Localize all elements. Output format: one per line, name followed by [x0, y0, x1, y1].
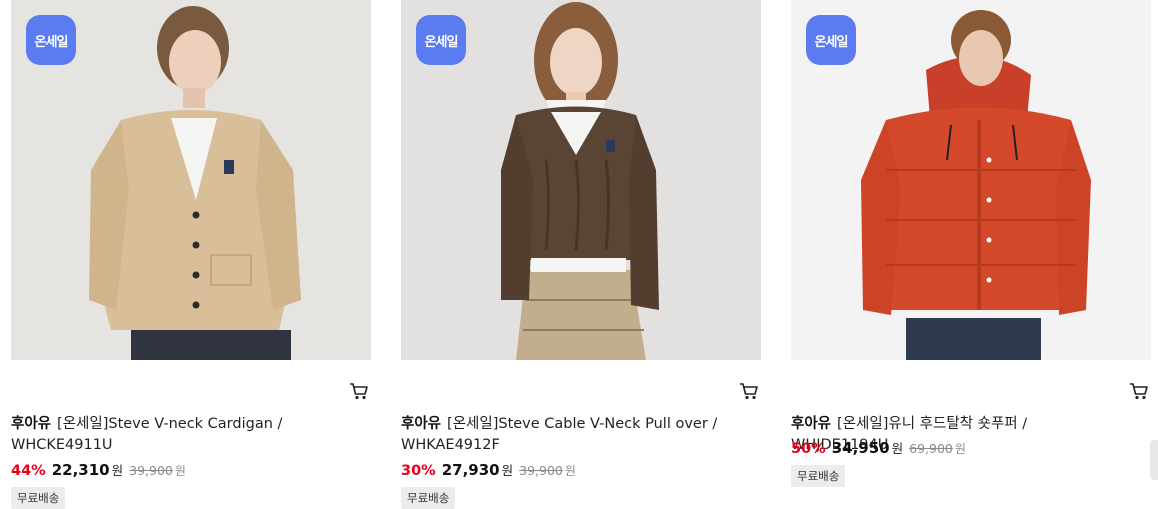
sale-price: 34,950	[831, 439, 890, 457]
original-price-unit: 원	[954, 442, 966, 456]
product-card[interactable]: 온세일 후아유 [온세일]유니 후드탈착 숏푸퍼 / WHJDE1194U 50%…	[791, 0, 1151, 487]
original-price-unit: 원	[174, 464, 186, 478]
cart-icon[interactable]	[739, 381, 759, 401]
price-unit: 원	[891, 441, 904, 456]
original-price-unit: 원	[564, 464, 576, 478]
product-title[interactable]: 후아유 [온세일]Steve V-neck Cardigan / WHCKE491…	[11, 414, 341, 456]
original-price: 69,900	[909, 441, 953, 456]
product-name: [온세일]Steve V-neck Cardigan / WHCKE4911U	[11, 416, 283, 453]
price-row: 44% 22,310 원 39,900 원	[11, 460, 186, 479]
free-shipping-tag: 무료배송	[11, 487, 66, 509]
brand-name: 후아유	[401, 416, 442, 432]
product-name: [온세일]Steve Cable V-Neck Pull over / WHKA…	[401, 416, 718, 453]
free-shipping-tag: 무료배송	[791, 465, 846, 487]
price-row: 50% 34,950 원 69,900 원	[791, 438, 966, 457]
product-card[interactable]: 온세일 후아유 [온세일]Steve V-neck Cardigan / WHCK…	[11, 0, 371, 509]
free-shipping-tag: 무료배송	[401, 487, 456, 509]
discount-rate: 44%	[11, 463, 46, 479]
onsale-badge: 온세일	[806, 15, 856, 65]
sale-price: 22,310	[51, 461, 110, 479]
price-unit: 원	[501, 463, 514, 478]
price-unit: 원	[111, 463, 124, 478]
original-price: 39,900	[519, 463, 563, 478]
discount-rate: 50%	[791, 441, 826, 457]
cart-icon[interactable]	[1129, 381, 1149, 401]
sale-price: 27,930	[441, 461, 500, 479]
onsale-badge: 온세일	[26, 15, 76, 65]
original-price: 39,900	[129, 463, 173, 478]
product-title[interactable]: 후아유 [온세일]Steve Cable V-Neck Pull over / W…	[401, 414, 731, 456]
product-image[interactable]: 온세일	[791, 0, 1151, 360]
cart-icon[interactable]	[349, 381, 369, 401]
product-image[interactable]: 온세일	[401, 0, 761, 360]
brand-name: 후아유	[791, 416, 832, 432]
discount-rate: 30%	[401, 463, 436, 479]
brand-name: 후아유	[11, 416, 52, 432]
price-row: 30% 27,930 원 39,900 원	[401, 460, 576, 479]
carousel-next-edge[interactable]	[1150, 440, 1158, 480]
product-card[interactable]: 온세일 후아유 [온세일]Steve Cable V-Neck Pull over…	[401, 0, 761, 509]
onsale-badge: 온세일	[416, 15, 466, 65]
product-image[interactable]: 온세일	[11, 0, 371, 360]
